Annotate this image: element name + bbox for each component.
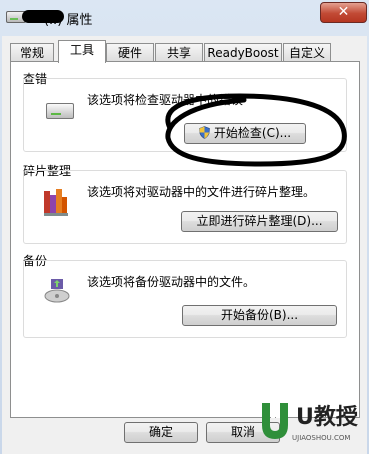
defrag-group: 该选项将对驱动器中的文件进行碎片整理。 立即进行碎片整理(D)...	[23, 170, 347, 244]
tools-panel: 查错 该选项将检查驱动器中的错误 开始检查(C)... 碎片整理 该选项将对驱动…	[10, 61, 360, 418]
tab-general[interactable]: 常规	[10, 43, 54, 62]
close-icon: ✕	[337, 4, 350, 20]
title-bar[interactable]: (I:) 属性 ✕	[0, 0, 369, 36]
start-check-label: 开始检查(C)...	[213, 126, 292, 140]
tab-hardware[interactable]: 硬件	[106, 43, 154, 62]
properties-window: (I:) 属性 ✕ 常规 工具 硬件 共享 ReadyBoost 自定义 查错 …	[0, 0, 369, 454]
ok-button[interactable]: 确定	[124, 422, 198, 443]
window-title: (I:) 属性	[44, 13, 93, 28]
tab-customize[interactable]: 自定义	[283, 43, 331, 62]
tab-readyboost[interactable]: ReadyBoost	[204, 43, 282, 62]
tab-tools[interactable]: 工具	[58, 40, 106, 63]
defrag-icon	[44, 189, 68, 216]
error-check-description: 该选项将检查驱动器中的错误	[87, 93, 244, 107]
start-backup-button[interactable]: 开始备份(B)...	[182, 305, 337, 326]
error-check-group: 该选项将检查驱动器中的错误 开始检查(C)...	[23, 78, 347, 152]
close-button[interactable]: ✕	[320, 2, 367, 23]
backup-icon	[44, 279, 70, 303]
defrag-now-button[interactable]: 立即进行碎片整理(D)...	[181, 211, 338, 232]
backup-group: 该选项将备份驱动器中的文件。 开始备份(B)...	[23, 260, 347, 338]
uac-shield-icon	[199, 126, 210, 139]
start-check-button[interactable]: 开始检查(C)...	[184, 123, 306, 144]
defrag-description: 该选项将对驱动器中的文件进行碎片整理。	[87, 185, 316, 199]
tab-strip: 常规 工具 硬件 共享 ReadyBoost 自定义	[10, 40, 360, 63]
backup-description: 该选项将备份驱动器中的文件。	[87, 275, 256, 289]
watermark-logo-icon	[262, 403, 288, 439]
tab-sharing[interactable]: 共享	[155, 43, 203, 62]
watermark-brand: U教授	[296, 405, 358, 430]
watermark-url: UJIAOSHOU.COM	[292, 434, 351, 442]
watermark: U教授 UJIAOSHOU.COM	[252, 393, 369, 454]
dialog-body: 常规 工具 硬件 共享 ReadyBoost 自定义 查错 该选项将检查驱动器中…	[2, 36, 367, 454]
hard-drive-icon	[46, 103, 74, 119]
